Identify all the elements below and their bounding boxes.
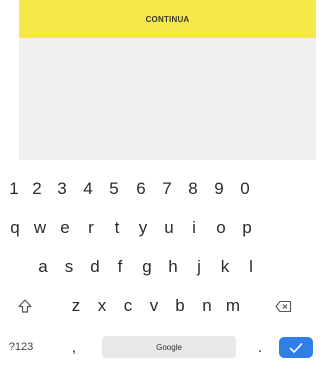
key-s[interactable]: s [56,252,82,282]
key-z[interactable]: z [63,291,89,321]
key-7[interactable]: 7 [154,174,180,204]
key-g[interactable]: g [134,252,160,282]
enter-button[interactable] [279,337,313,358]
key-0[interactable]: 0 [232,174,258,204]
key-e[interactable]: e [52,213,78,243]
continue-button[interactable]: CONTINUA [146,15,190,24]
key-n[interactable]: n [194,291,220,321]
key-5[interactable]: 5 [101,174,127,204]
number-row: 1 2 3 4 5 6 7 8 9 0 [0,174,321,204]
key-d[interactable]: d [82,252,108,282]
key-y[interactable]: y [130,213,156,243]
period-key[interactable]: . [252,336,268,358]
key-j[interactable]: j [186,252,212,282]
key-3[interactable]: 3 [49,174,75,204]
key-w[interactable]: w [27,213,53,243]
continue-bar[interactable]: CONTINUA [19,0,316,38]
letter-row-z: z x c v b n m [0,291,321,321]
shift-icon[interactable] [10,291,40,321]
letter-row-q: q w e r t y u i o p [0,213,321,243]
key-p[interactable]: p [234,213,260,243]
content-area [19,38,316,160]
backspace-icon[interactable] [268,291,298,321]
key-x[interactable]: x [89,291,115,321]
key-u[interactable]: u [156,213,182,243]
key-6[interactable]: 6 [128,174,154,204]
letter-row-a: a s d f g h j k l [0,252,321,282]
key-r[interactable]: r [78,213,104,243]
symbols-key[interactable]: ?123 [3,336,39,358]
key-c[interactable]: c [115,291,141,321]
soft-keyboard: 1 2 3 4 5 6 7 8 9 0 q w e r t y u i o p … [0,160,321,374]
key-f[interactable]: f [107,252,133,282]
comma-key[interactable]: , [66,336,82,358]
key-a[interactable]: a [30,252,56,282]
key-2[interactable]: 2 [24,174,50,204]
key-k[interactable]: k [212,252,238,282]
key-o[interactable]: o [208,213,234,243]
key-l[interactable]: l [238,252,264,282]
key-b[interactable]: b [167,291,193,321]
key-i[interactable]: i [181,213,207,243]
key-v[interactable]: v [141,291,167,321]
key-4[interactable]: 4 [75,174,101,204]
key-t[interactable]: t [104,213,130,243]
space-bar[interactable]: Google [102,336,236,358]
key-m[interactable]: m [220,291,246,321]
key-h[interactable]: h [160,252,186,282]
key-q[interactable]: q [2,213,28,243]
check-icon [289,342,303,354]
key-8[interactable]: 8 [180,174,206,204]
key-9[interactable]: 9 [206,174,232,204]
